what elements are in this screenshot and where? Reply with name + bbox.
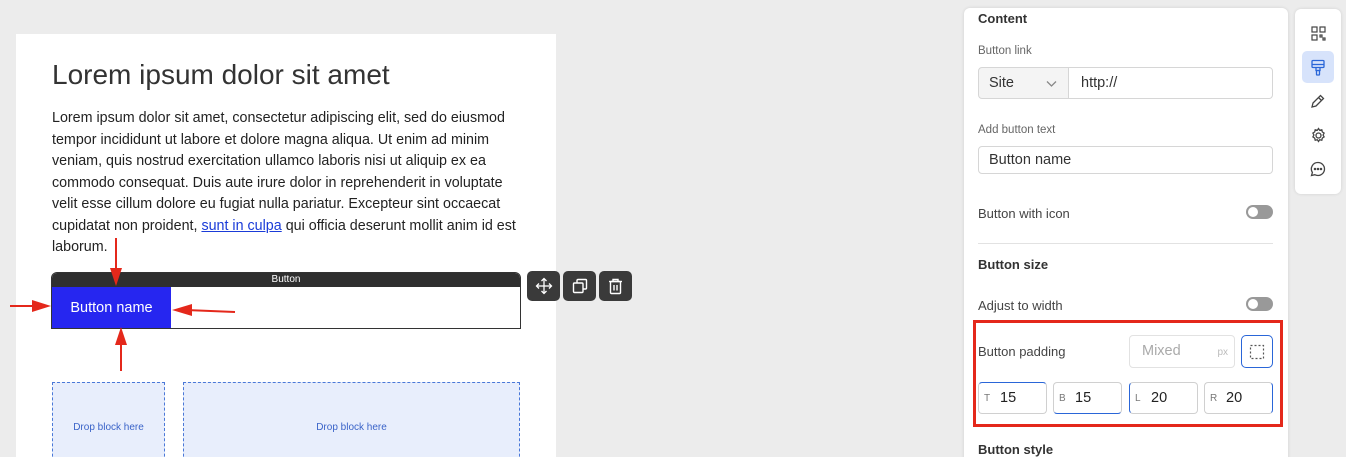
comments-tab[interactable] — [1302, 153, 1334, 185]
padding-individual-toggle[interactable] — [1241, 335, 1273, 368]
padding-left-value: 20 — [1151, 390, 1168, 406]
adjust-width-label: Adjust to width — [978, 298, 1063, 313]
delete-button[interactable] — [599, 271, 632, 301]
padding-top-input[interactable]: T 15 — [978, 382, 1047, 414]
arrow-right-annotation — [10, 300, 51, 312]
padding-bottom-input[interactable]: B 15 — [1053, 382, 1122, 414]
padding-bottom-value: 15 — [1075, 390, 1092, 406]
adjust-width-toggle[interactable] — [1246, 297, 1273, 311]
chevron-down-icon — [1046, 81, 1057, 87]
padding-right-input[interactable]: R 20 — [1204, 382, 1273, 414]
section-divider — [978, 243, 1273, 244]
chat-bubble-icon — [1310, 161, 1326, 177]
button-padding-label: Button padding — [978, 344, 1066, 359]
padding-mixed-input[interactable]: Mixed px — [1129, 335, 1235, 368]
padding-top-value: 15 — [1000, 390, 1017, 406]
paragraph-text-1: Lorem ipsum dolor sit amet, consectetur … — [52, 110, 505, 234]
gear-icon — [1311, 126, 1325, 143]
arrow-down-annotation — [110, 238, 122, 286]
appearance-tab[interactable] — [1302, 51, 1334, 83]
link-url-value: http:// — [1081, 75, 1118, 91]
button-link-label: Button link — [978, 45, 1032, 57]
button-text-value: Button name — [989, 152, 1072, 168]
button-text-input[interactable]: Button name — [978, 146, 1273, 174]
button-with-icon-label: Button with icon — [978, 206, 1070, 221]
settings-tab[interactable] — [1302, 119, 1334, 151]
padding-left-input[interactable]: L 20 — [1129, 382, 1198, 414]
link-type-value: Site — [989, 75, 1014, 91]
drop-zone-left[interactable]: Drop block here — [52, 382, 165, 457]
arrow-left-annotation — [172, 304, 236, 316]
paint-brush-icon — [1311, 59, 1325, 76]
padding-unit: px — [1217, 347, 1228, 358]
trash-icon — [609, 278, 622, 294]
content-paragraph[interactable]: Lorem ipsum dolor sit amet, consectetur … — [52, 108, 527, 259]
padding-top-label: T — [984, 393, 991, 404]
side-toolbar — [1295, 9, 1341, 194]
duplicate-icon — [572, 278, 587, 294]
move-button[interactable] — [527, 271, 560, 301]
button-text-label: Add button text — [978, 124, 1056, 136]
settings-panel: Content Button link Site http:// Add but… — [964, 8, 1288, 457]
button-with-icon-toggle[interactable] — [1246, 205, 1273, 219]
drop-zone-right-label: Drop block here — [316, 421, 387, 433]
content-section-title: Content — [978, 11, 1028, 26]
drop-zone-left-label: Drop block here — [73, 421, 144, 433]
padding-bottom-label: B — [1059, 393, 1066, 404]
pen-icon — [1311, 94, 1325, 108]
content-heading[interactable]: Lorem ipsum dolor sit amet — [52, 59, 390, 91]
dashed-square-icon — [1249, 344, 1265, 359]
button-style-title: Button style — [978, 442, 1054, 457]
padding-left-label: L — [1135, 393, 1141, 404]
email-canvas: Lorem ipsum dolor sit amet Lorem ipsum d… — [16, 34, 556, 457]
paragraph-link[interactable]: sunt in culpa — [201, 218, 281, 234]
link-type-select[interactable]: Site — [978, 67, 1069, 99]
qr-grid-icon — [1310, 25, 1326, 41]
arrow-up-annotation — [115, 327, 127, 371]
move-icon — [535, 277, 552, 295]
link-url-input[interactable]: http:// — [1068, 67, 1273, 99]
email-button[interactable]: Button name — [52, 287, 171, 328]
blocks-tab[interactable] — [1302, 17, 1334, 49]
button-size-title: Button size — [978, 257, 1049, 272]
padding-right-value: 20 — [1226, 390, 1243, 406]
drop-zone-right[interactable]: Drop block here — [183, 382, 520, 457]
edit-tab[interactable] — [1302, 85, 1334, 117]
padding-right-label: R — [1210, 393, 1218, 404]
duplicate-button[interactable] — [563, 271, 596, 301]
padding-mixed-placeholder: Mixed — [1142, 343, 1181, 359]
